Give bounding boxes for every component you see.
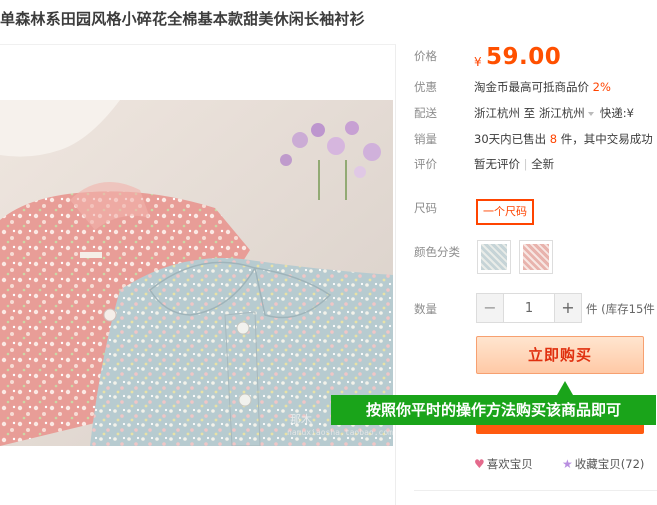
condition-new: 全新 xyxy=(531,157,555,171)
size-option-button[interactable]: 一个尺码 xyxy=(476,199,534,225)
ship-from: 浙江杭州 xyxy=(474,106,520,120)
sales-count: 8 xyxy=(549,132,558,146)
heart-icon: ♥ xyxy=(474,457,485,471)
sales-text-b: 件，其中交易成功 xyxy=(560,132,653,146)
color-label: 颜色分类 xyxy=(414,245,460,259)
image-watermark: 那木 xyxy=(290,413,312,426)
size-label: 尺码 xyxy=(414,201,437,215)
quantity-input[interactable] xyxy=(504,294,554,322)
favorite-label: 收藏宝贝(72) xyxy=(574,457,645,471)
triangle-down-icon xyxy=(587,111,594,116)
sales-text-a: 30天内已售出 xyxy=(474,132,547,146)
review-info: 暂无评价 | 全新 xyxy=(474,156,554,172)
review-label: 评价 xyxy=(414,157,437,171)
stock-info: 件 (库存15件 xyxy=(586,302,655,316)
color-swatch-blue[interactable] xyxy=(477,240,511,274)
price-value: 59.00 xyxy=(486,44,562,70)
quantity-label: 数量 xyxy=(414,302,437,316)
ship-to: 浙江杭州 xyxy=(538,106,585,120)
swatch-image-blue xyxy=(481,244,507,270)
promo-label: 优惠 xyxy=(414,80,437,94)
ship-to-select[interactable]: 浙江杭州 xyxy=(539,106,600,120)
promo-value: 2% xyxy=(592,80,611,94)
like-label: 喜欢宝贝 xyxy=(486,457,533,471)
price-label: 价格 xyxy=(414,49,437,63)
star-icon: ★ xyxy=(562,457,573,471)
like-button[interactable]: ♥ 喜欢宝贝 xyxy=(474,456,533,472)
instruction-tooltip: 按照你平时的操作方法购买该商品即可 xyxy=(331,395,656,425)
product-title: 单森林系田园风格小碎花全棉基本款甜美休闲长袖衬衫 xyxy=(0,10,365,28)
product-info-panel: 价格 ¥ 59.00 优惠 淘金币最高可抵商品价 2% 配送 浙江杭州 至 浙江… xyxy=(414,40,657,500)
ship-to-word: 至 xyxy=(523,106,536,120)
swatch-image-pink xyxy=(523,244,549,270)
sales-label: 销量 xyxy=(414,132,437,146)
quantity-stepper: − + xyxy=(476,293,582,323)
currency-symbol: ¥ xyxy=(474,55,482,69)
review-link[interactable]: 暂无评价 xyxy=(474,157,520,171)
tooltip-arrow xyxy=(557,381,573,395)
promo-info: 淘金币最高可抵商品价 2% xyxy=(474,79,611,95)
favorite-button[interactable]: ★ 收藏宝贝(72) xyxy=(562,456,644,472)
image-watermark-url: namuxiaosha.taobao.com xyxy=(287,428,393,437)
shipping-info: 浙江杭州 至 浙江杭州 快递:¥ xyxy=(474,105,634,121)
color-swatch-pink[interactable] xyxy=(519,240,553,274)
shipping-label: 配送 xyxy=(414,106,437,120)
sales-info: 30天内已售出 8 件，其中交易成功 xyxy=(474,131,653,147)
ship-method: 快递:¥ xyxy=(599,106,635,120)
quantity-plus-button[interactable]: + xyxy=(554,294,581,322)
quantity-minus-button[interactable]: − xyxy=(477,294,504,322)
review-separator: | xyxy=(523,157,528,171)
promo-text: 淘金币最高可抵商品价 xyxy=(474,80,589,94)
buy-now-button[interactable]: 立即购买 xyxy=(476,336,644,374)
divider xyxy=(414,490,657,491)
